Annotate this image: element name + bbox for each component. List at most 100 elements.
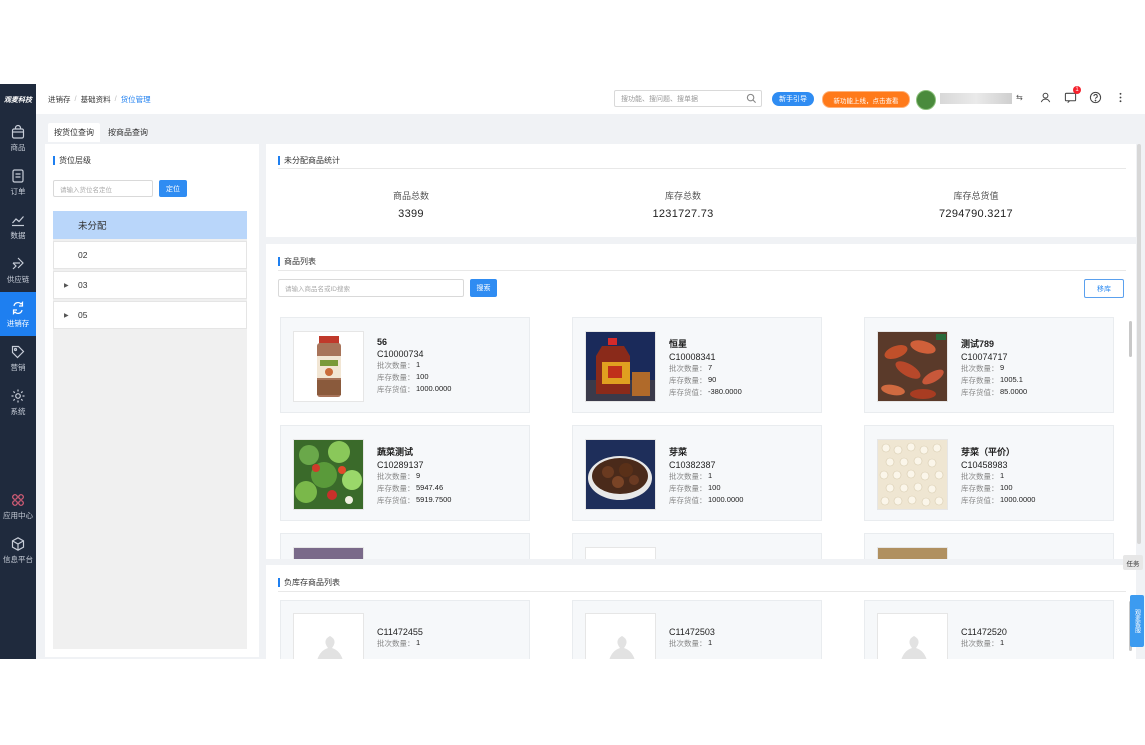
sidebar-item-goods[interactable]: 商品 xyxy=(0,116,36,160)
stat-total-value: 库存总货值 7294790.3217 xyxy=(926,189,1026,220)
batch-value: 1 xyxy=(708,471,713,480)
message-button[interactable]: 1 xyxy=(1064,86,1081,104)
task-tab[interactable]: 任务 xyxy=(1123,555,1143,570)
tree-item[interactable]: ▶ 05 xyxy=(53,301,247,329)
goods-card[interactable]: 56 C10000734 批次数量： 1 库存数量： 100 库存货值： 1000.0… xyxy=(280,317,530,413)
avatar[interactable] xyxy=(916,90,936,110)
goods-card-partial[interactable] xyxy=(572,533,822,559)
breadcrumb: 进销存 / 基础资料 / 货位管理 xyxy=(48,94,151,105)
sidebar-item-data[interactable]: 数据 xyxy=(0,204,36,248)
global-search-input[interactable]: 搜功能、搜问题、搜单据 xyxy=(614,90,762,107)
breadcrumb-separator: / xyxy=(114,93,117,103)
tab-by-goods[interactable]: 按商品查询 xyxy=(102,123,154,142)
sidebar-item-label: 商品 xyxy=(10,142,26,152)
goods-card[interactable]: 芽菜（平价） C10458983 批次数量： 1 库存数量： 100 库存货值： 10… xyxy=(864,425,1114,521)
value-row: 库存货值： 5919.7500 xyxy=(377,495,451,506)
stock-row: 库存数量： 100 xyxy=(961,483,1035,494)
goods-code: C10382387 xyxy=(669,460,716,470)
batch-row: 批次数量： 1 xyxy=(669,638,715,649)
user-name-redacted[interactable] xyxy=(940,93,1012,104)
goods-card[interactable]: 蔬菜测试 C10289137 批次数量： 9 库存数量： 5947.46 库存货值：… xyxy=(280,425,530,521)
goods-card[interactable]: C11472455 批次数量： 1 xyxy=(280,600,530,659)
tree-item-label: 未分配 xyxy=(78,221,107,232)
locate-button[interactable]: 定位 xyxy=(159,180,187,197)
tree-item[interactable]: ▶ 03 xyxy=(53,271,247,299)
placeholder-image-icon xyxy=(877,613,948,659)
value-value: 1000.0000 xyxy=(1000,495,1036,504)
stock-row: 库存数量： 1005.1 xyxy=(961,375,1027,386)
sidebar-item-system[interactable]: 系统 xyxy=(0,380,36,424)
stat-label: 库存总数 xyxy=(664,191,701,201)
goods-code: C10000734 xyxy=(377,349,424,359)
goods-info: 测试789 C10074717 批次数量： 9 库存数量： 1005.1 库存货值：… xyxy=(961,337,1027,398)
value-row: 库存货值： 1000.0000 xyxy=(377,384,451,395)
location-search-input[interactable]: 请输入货位名定位 xyxy=(53,180,153,197)
batch-label: 批次数量： xyxy=(377,361,415,370)
sidebar-item-inventory[interactable]: 进销存 xyxy=(0,292,36,336)
goods-card[interactable]: C11472503 批次数量： 1 xyxy=(572,600,822,659)
caret-right-icon[interactable]: ▶ xyxy=(64,282,69,289)
goods-info: 56 C10000734 批次数量： 1 库存数量： 100 库存货值： 1000.0… xyxy=(377,337,451,395)
sidebar-item-supply-chain[interactable]: 供应链 xyxy=(0,248,36,292)
tree-item-label: 03 xyxy=(78,280,88,290)
tree-item[interactable]: 02 xyxy=(53,241,247,269)
goods-search-input[interactable]: 请输入商品名或ID搜索 xyxy=(278,279,464,297)
stock-row: 库存数量： 5947.46 xyxy=(377,483,451,494)
notification-badge: 1 xyxy=(1073,86,1081,94)
goods-code: C10289137 xyxy=(377,460,424,470)
goods-info: 芽菜 C10382387 批次数量： 1 库存数量： 100 库存货值： 1000.0… xyxy=(669,445,743,506)
app-window: 观麦科技 商品 订单 数据 供应链 进销存 营销 系统 应用中心 信息平台 进销… xyxy=(0,84,1145,659)
search-icon[interactable] xyxy=(746,93,757,104)
value-row: 库存货值： 85.0000 xyxy=(961,387,1027,398)
goods-card[interactable]: 芽菜 C10382387 批次数量： 1 库存数量： 100 库存货值： 1000.0… xyxy=(572,425,822,521)
goods-card-partial[interactable] xyxy=(864,533,1114,559)
caret-right-icon[interactable]: ▶ xyxy=(64,312,69,319)
customer-service-tab[interactable]: 观麦客服 xyxy=(1130,595,1144,647)
more-icon[interactable] xyxy=(1114,91,1127,104)
switch-icon[interactable]: ⇆ xyxy=(1016,93,1023,102)
top-bar: 进销存 / 基础资料 / 货位管理 搜功能、搜问题、搜单据 新手引导 新功能上线… xyxy=(36,84,1145,115)
goods-info: C11472503 批次数量： 1 xyxy=(669,625,715,649)
sidebar-item-label: 数据 xyxy=(10,230,26,240)
chart-icon xyxy=(12,215,24,226)
batch-label: 批次数量： xyxy=(377,639,415,648)
sidebar-item-info-platform[interactable]: 信息平台 xyxy=(0,528,36,572)
goods-list-scrollbar[interactable] xyxy=(1129,321,1132,357)
goods-search-button[interactable]: 搜索 xyxy=(470,279,497,297)
divider xyxy=(278,168,1126,169)
guide-button[interactable]: 新手引导 xyxy=(772,92,814,106)
breadcrumb-current: 货位管理 xyxy=(120,94,151,104)
sidebar-item-label: 供应链 xyxy=(6,274,30,284)
goods-card[interactable]: C11472520 批次数量： 1 xyxy=(864,600,1114,659)
goods-card[interactable]: 恒星 C10008341 批次数量： 7 库存数量： 90 库存货值： -380.00… xyxy=(572,317,822,413)
move-stock-button[interactable]: 移库 xyxy=(1084,279,1124,298)
batch-label: 批次数量： xyxy=(961,639,999,648)
batch-value: 1 xyxy=(416,638,421,647)
sidebar-item-marketing[interactable]: 营销 xyxy=(0,336,36,380)
user-service-icon[interactable] xyxy=(1039,91,1052,104)
breadcrumb-item[interactable]: 基础资料 xyxy=(81,94,111,105)
batch-row: 批次数量： 9 xyxy=(961,363,1027,374)
new-feature-button[interactable]: 新功能上线，点击查看 xyxy=(822,91,910,108)
value-label: 库存货值： xyxy=(961,388,999,397)
sidebar-item-orders[interactable]: 订单 xyxy=(0,160,36,204)
stock-label: 库存数量： xyxy=(377,373,415,382)
help-icon[interactable] xyxy=(1089,91,1102,104)
page-scrollbar[interactable] xyxy=(1137,144,1141,544)
goods-name: 测试789 xyxy=(961,339,995,349)
sidebar-item-app-center[interactable]: 应用中心 xyxy=(0,484,36,528)
stat-value: 3399 xyxy=(398,208,424,220)
goods-list-panel: 商品列表 请输入商品名或ID搜索 搜索 移库 56 C10000734 批次数量… xyxy=(266,244,1136,559)
tree-item[interactable]: 未分配 xyxy=(53,211,247,239)
breadcrumb-item[interactable]: 进销存 xyxy=(48,94,71,105)
tab-by-location[interactable]: 按货位查询 xyxy=(48,123,100,142)
stock-row: 库存数量： 100 xyxy=(669,483,743,494)
goods-card[interactable]: 测试789 C10074717 批次数量： 9 库存数量： 1005.1 库存货值：… xyxy=(864,317,1114,413)
batch-row: 批次数量： 1 xyxy=(377,360,451,371)
cube-icon xyxy=(11,536,25,551)
goods-card-partial[interactable] xyxy=(280,533,530,559)
stat-total-stock: 库存总数 1231727.73 xyxy=(638,189,728,220)
inventory-icon xyxy=(12,300,24,315)
goods-info: 蔬菜测试 C10289137 批次数量： 9 库存数量： 5947.46 库存货值：… xyxy=(377,445,451,506)
batch-row: 批次数量： 1 xyxy=(377,638,423,649)
